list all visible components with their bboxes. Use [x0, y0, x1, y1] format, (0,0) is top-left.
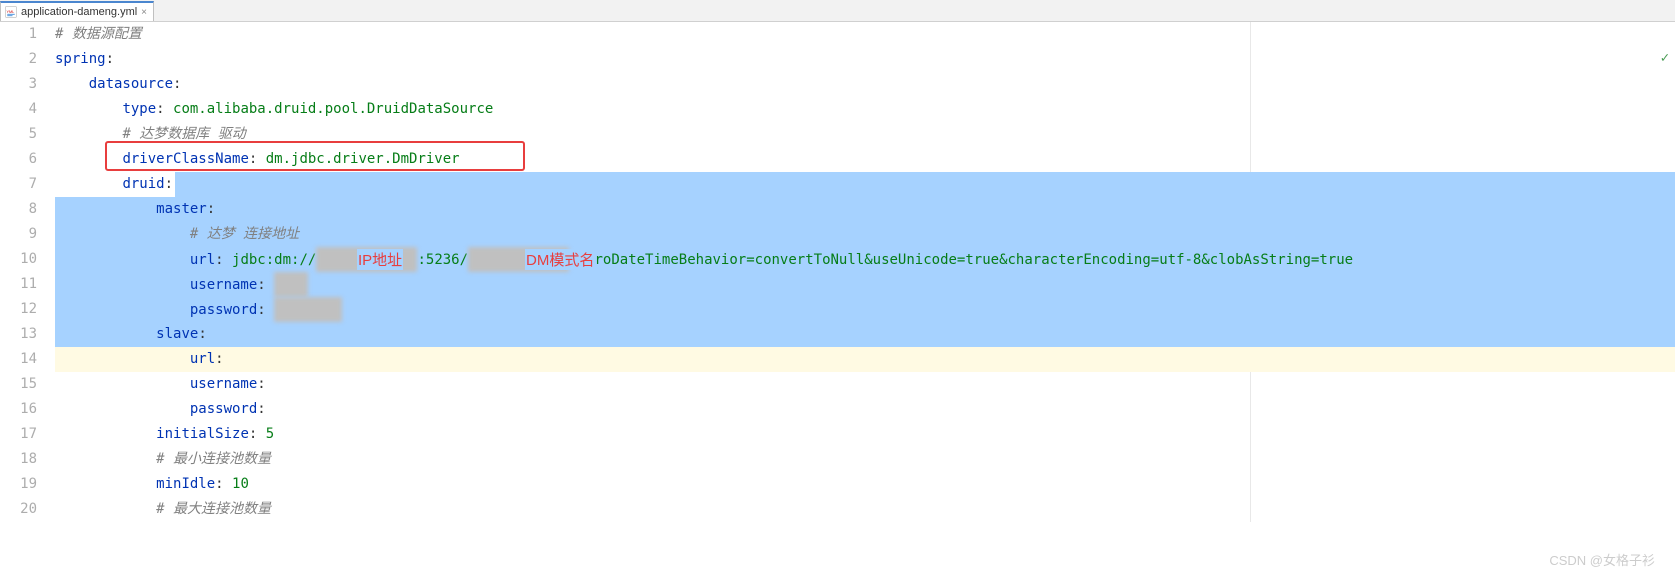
- watermark: CSDN @女格子衫: [1549, 550, 1655, 569]
- line-number: 14: [0, 347, 37, 372]
- code-line[interactable]: spring:: [55, 47, 1675, 72]
- code-line[interactable]: slave:: [55, 322, 1675, 347]
- code-line[interactable]: username: xxxx: [55, 272, 1675, 297]
- line-number: 8: [0, 197, 37, 222]
- code-line[interactable]: # 达梦 连接地址: [55, 222, 1675, 247]
- line-number: 1: [0, 22, 37, 47]
- line-number: 2: [0, 47, 37, 72]
- svg-text:YML: YML: [7, 10, 15, 14]
- line-number: 20: [0, 497, 37, 522]
- line-number: 17: [0, 422, 37, 447]
- line-number: 9: [0, 222, 37, 247]
- file-tab[interactable]: YML application-dameng.yml ×: [0, 1, 154, 21]
- line-gutter: 1234567891011121314151617181920: [0, 22, 55, 522]
- code-line[interactable]: url:: [55, 347, 1675, 372]
- annotation-schema: DM模式名: [525, 249, 595, 270]
- line-number: 5: [0, 122, 37, 147]
- code-line[interactable]: url: jdbc:dm://xxxxxxxxxxxx:5236/xxxxxxx…: [55, 247, 1675, 272]
- code-line[interactable]: password: xxxxxxxx: [55, 297, 1675, 322]
- code-line[interactable]: driverClassName: dm.jdbc.driver.DmDriver: [55, 147, 1675, 172]
- code-line[interactable]: # 最小连接池数量: [55, 447, 1675, 472]
- code-line[interactable]: datasource:: [55, 72, 1675, 97]
- editor-tab-bar: YML application-dameng.yml ×: [0, 0, 1675, 22]
- code-line[interactable]: # 数据源配置: [55, 22, 1675, 47]
- line-number: 13: [0, 322, 37, 347]
- code-line[interactable]: password:: [55, 397, 1675, 422]
- line-number: 4: [0, 97, 37, 122]
- line-number: 3: [0, 72, 37, 97]
- code-line[interactable]: username:: [55, 372, 1675, 397]
- line-number: 6: [0, 147, 37, 172]
- yaml-file-icon: YML: [5, 6, 17, 18]
- code-editor[interactable]: 1234567891011121314151617181920 💡 # 数据源配…: [0, 22, 1675, 522]
- code-line[interactable]: type: com.alibaba.druid.pool.DruidDataSo…: [55, 97, 1675, 122]
- line-number: 18: [0, 447, 37, 472]
- inspection-ok-icon: ✓: [1661, 50, 1669, 66]
- line-number: 16: [0, 397, 37, 422]
- code-line[interactable]: druid:: [55, 172, 1675, 197]
- tab-close-icon[interactable]: ×: [141, 7, 147, 18]
- code-line[interactable]: minIdle: 10: [55, 472, 1675, 497]
- line-number: 10: [0, 247, 37, 272]
- code-line[interactable]: master:: [55, 197, 1675, 222]
- code-line[interactable]: # 最大连接池数量: [55, 497, 1675, 522]
- line-number: 15: [0, 372, 37, 397]
- code-line[interactable]: initialSize: 5: [55, 422, 1675, 447]
- line-number: 7: [0, 172, 37, 197]
- line-number: 11: [0, 272, 37, 297]
- code-area[interactable]: # 数据源配置spring: datasource: type: com.ali…: [55, 22, 1675, 522]
- code-line[interactable]: # 达梦数据库 驱动: [55, 122, 1675, 147]
- tab-filename: application-dameng.yml: [21, 6, 137, 18]
- annotation-ip: IP地址: [357, 249, 403, 270]
- line-number: 12: [0, 297, 37, 322]
- line-number: 19: [0, 472, 37, 497]
